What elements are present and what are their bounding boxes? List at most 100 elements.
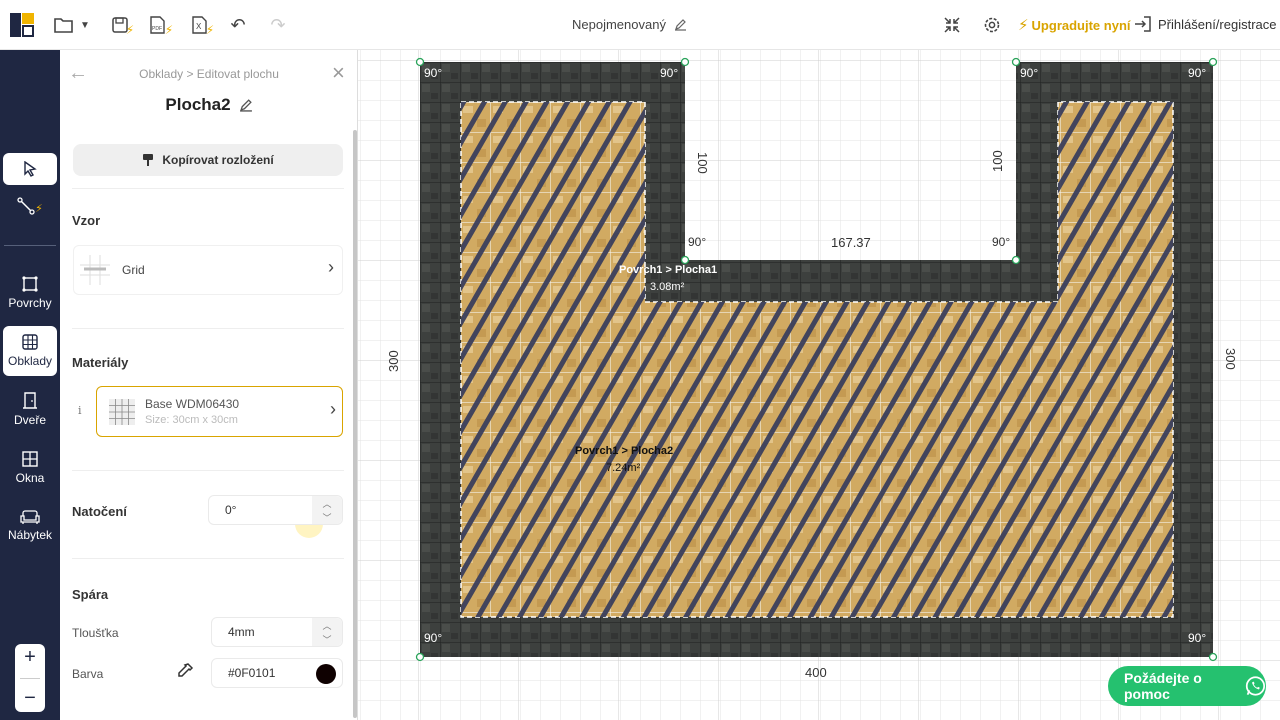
angle-label: 90° [1020, 66, 1038, 80]
zoom-out-button[interactable]: − [24, 687, 36, 710]
copy-layout-button[interactable]: Kopírovat rozložení [73, 144, 343, 176]
info-icon[interactable]: i [78, 404, 82, 417]
nav-item-okna[interactable]: Okna [3, 443, 57, 493]
rotation-stepper[interactable]: ︿ ﹀ [312, 496, 342, 524]
svg-text:X: X [196, 22, 202, 31]
rotation-value: 0° [225, 503, 237, 517]
nav-label: Nábytek [7, 528, 53, 542]
grid-pattern-icon [80, 255, 110, 285]
svg-text:PDF: PDF [152, 26, 162, 32]
cursor-arrow-icon [24, 161, 37, 177]
tiles-icon [22, 334, 38, 350]
dimension-left: 300 [386, 350, 401, 372]
nav-label: Dveře [13, 412, 46, 427]
undo-icon: ↶ [230, 14, 246, 35]
nav-label: Povrchy [8, 296, 52, 310]
thickness-stepper[interactable]: ︿ ﹀ [312, 618, 342, 646]
dimension-bottom: 400 [805, 665, 827, 680]
tile-thumbnail-icon [109, 399, 135, 425]
login-label: Přihlášení/registrace [1158, 16, 1277, 32]
upgrade-button[interactable]: ⚡ Upgradujte nyní [1018, 16, 1131, 34]
project-title-text: Nepojmenovaný [572, 17, 666, 32]
thickness-label: Tloušťka [72, 626, 119, 640]
dimension-right: 300 [1223, 348, 1238, 370]
eyedropper-icon [178, 663, 194, 677]
edit-icon[interactable] [674, 18, 687, 31]
chevron-right-icon: › [330, 399, 336, 419]
edit-area-panel: ← Obklady > Editovat plochu × Plocha2 Ko… [60, 50, 358, 720]
nav-item-povrchy[interactable]: Povrchy [3, 268, 57, 318]
pattern-selector[interactable]: Grid › [73, 245, 343, 295]
project-title[interactable]: Nepojmenovaný [572, 17, 687, 32]
divider [72, 470, 344, 471]
redo-icon: ↷ [270, 14, 286, 35]
material-size: Size: 30cm x 30cm [145, 414, 238, 426]
thickness-value: 4mm [228, 625, 255, 639]
zoom-controls: + − [15, 644, 45, 712]
help-button[interactable]: Požádejte o pomoc [1108, 666, 1266, 706]
paint-brush-icon [143, 154, 154, 166]
chevron-up-icon[interactable]: ︿ [322, 497, 331, 510]
collapse-view-button[interactable] [940, 10, 964, 40]
edit-icon[interactable] [239, 98, 253, 112]
nav-item-dvere[interactable]: Dveře [3, 384, 57, 434]
dimension-right-notch: 100 [990, 150, 1005, 172]
redo-button[interactable]: ↷ [266, 10, 290, 40]
zoom-divider [20, 677, 40, 679]
area2-label: Povrch1 > Plocha2 [575, 445, 673, 457]
angle-label: 90° [424, 631, 442, 645]
nav-label: Obklady [7, 354, 53, 368]
color-label: Barva [72, 667, 104, 681]
thickness-input[interactable]: 4mm ︿ ﹀ [211, 617, 343, 647]
material-selector[interactable]: Base WDM06430 Size: 30cm x 30cm › [96, 386, 343, 437]
breadcrumb: Obklady > Editovat plochu [139, 67, 279, 81]
folder-icon [54, 18, 73, 33]
color-swatch[interactable] [316, 664, 336, 684]
login-button[interactable]: Přihlášení/registrace [1134, 16, 1277, 32]
premium-bolt-icon: ⚡ [164, 23, 174, 37]
chevron-down-icon[interactable]: ﹀ [322, 633, 331, 646]
save-button[interactable]: ⚡ [108, 10, 138, 40]
help-label: Požádejte o pomoc [1124, 670, 1202, 702]
angle-label: 90° [688, 235, 706, 249]
chevron-down-icon[interactable]: ﹀ [322, 511, 331, 524]
rotation-input[interactable]: 0° ︿ ﹀ [208, 495, 343, 525]
close-icon[interactable]: × [332, 60, 345, 86]
panel-scrollbar[interactable] [353, 130, 357, 718]
divider [72, 328, 344, 329]
collapse-arrows-icon [944, 17, 960, 33]
upgrade-label: Upgradujte nyní [1031, 17, 1131, 33]
chevron-down-icon: ▼ [80, 19, 90, 31]
area-title: Plocha2 [60, 95, 358, 115]
chevron-right-icon: › [328, 257, 334, 277]
select-tool-button[interactable] [3, 153, 57, 185]
settings-button[interactable] [980, 10, 1004, 40]
floor-plan-canvas[interactable]: 90° 90° 90° 90° 90° 90° 90° 90° 167.37 4… [358, 50, 1280, 720]
nav-item-nabytek[interactable]: Nábytek [3, 501, 57, 551]
premium-bolt-icon: ⚡ [35, 202, 43, 215]
eyedropper-button[interactable] [176, 662, 194, 685]
draw-line-tool-button[interactable]: ⚡ [3, 192, 57, 224]
dimension-left-notch: 100 [695, 152, 710, 174]
zoom-in-button[interactable]: + [24, 646, 36, 669]
angle-label: 90° [660, 66, 678, 80]
whatsapp-icon [1245, 676, 1266, 696]
undo-button[interactable]: ↶ [226, 10, 250, 40]
open-file-button[interactable]: ▼ [50, 10, 94, 40]
material-name: Base WDM06430 [145, 397, 240, 411]
gear-icon [984, 17, 1000, 33]
materials-section-title: Materiály [72, 355, 129, 370]
left-nav: ⚡ Povrchy Obklady Dveře Okna Nábytek + − [0, 50, 60, 720]
color-value: #0F0101 [228, 666, 276, 680]
window-icon [22, 451, 38, 467]
area1-size: 3.08m² [650, 281, 685, 293]
export-excel-button[interactable]: X ⚡ [188, 10, 218, 40]
area-name-text: Plocha2 [165, 95, 231, 114]
nav-item-obklady[interactable]: Obklady [3, 326, 57, 376]
export-pdf-button[interactable]: PDF ⚡ [146, 10, 176, 40]
pattern-section-title: Vzor [72, 213, 101, 228]
app-logo[interactable] [8, 10, 36, 40]
floor-plan-svg[interactable]: 90° 90° 90° 90° 90° 90° 90° 90° 167.37 4… [358, 50, 1280, 720]
chevron-up-icon[interactable]: ︿ [322, 619, 331, 632]
login-icon [1135, 16, 1151, 32]
